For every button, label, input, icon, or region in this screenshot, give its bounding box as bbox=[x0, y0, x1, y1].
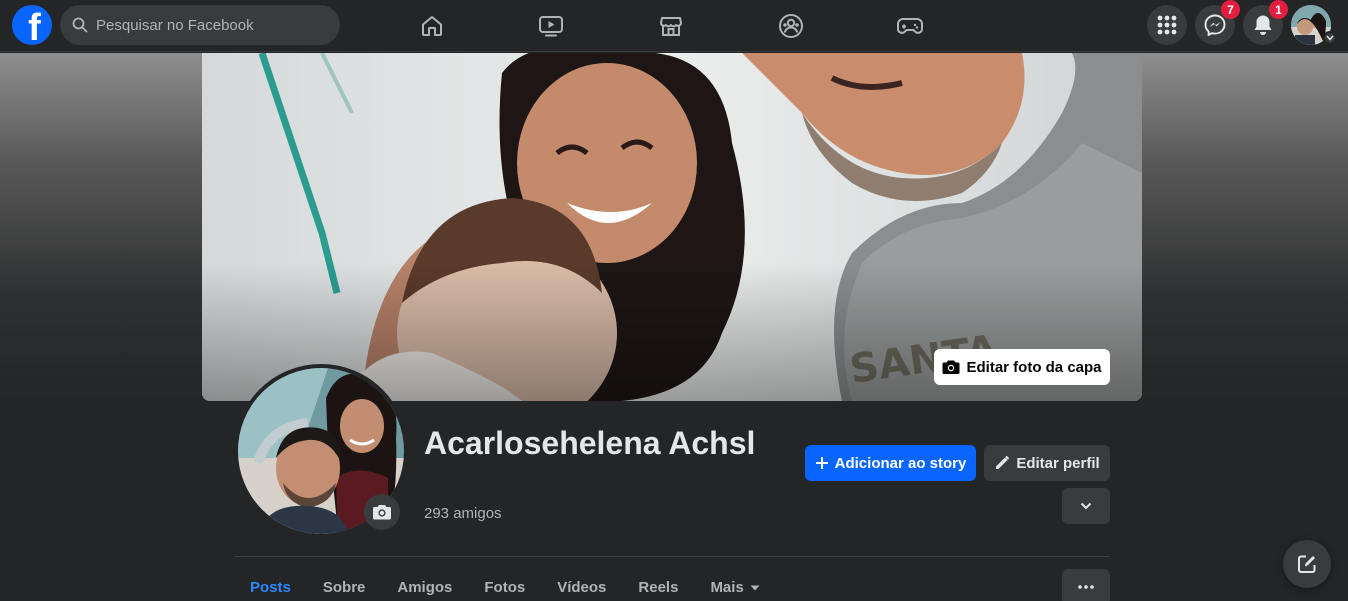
compose-icon bbox=[1298, 555, 1316, 573]
tab-about-label: Sobre bbox=[322, 579, 366, 596]
top-navigation-bar: f Pesquisar no Facebook 7 1 bbox=[0, 0, 1348, 52]
profile-name: Acarlosehelena Achsl bbox=[424, 425, 756, 461]
edit-profile-label: Editar perfil bbox=[1016, 454, 1100, 472]
new-message-button[interactable] bbox=[1283, 540, 1331, 588]
gaming-icon bbox=[897, 18, 923, 34]
messenger-button[interactable]: 7 bbox=[1195, 0, 1240, 45]
tabs-options-button[interactable] bbox=[1062, 569, 1110, 601]
edit-profile-button[interactable]: Editar perfil bbox=[984, 445, 1110, 481]
tab-friends[interactable]: Amigos bbox=[381, 570, 468, 601]
nav-home[interactable] bbox=[412, 6, 452, 46]
account-menu-caret[interactable] bbox=[1323, 31, 1337, 45]
notifications-badge: 1 bbox=[1269, 0, 1288, 19]
pencil-icon bbox=[996, 455, 1010, 469]
tab-photos[interactable]: Fotos bbox=[468, 570, 541, 601]
facebook-logo-glyph: f bbox=[28, 7, 41, 45]
tab-about[interactable]: Sobre bbox=[307, 570, 382, 601]
bell-icon bbox=[1254, 15, 1272, 35]
tab-videos-label: Vídeos bbox=[557, 579, 607, 596]
header-divider bbox=[234, 556, 1110, 557]
home-icon bbox=[422, 16, 442, 36]
tab-posts-label: Posts bbox=[250, 579, 291, 596]
search-box[interactable] bbox=[60, 5, 340, 45]
caret-down-icon bbox=[750, 585, 760, 591]
nav-video[interactable] bbox=[531, 6, 571, 46]
profile-tabs: Posts Sobre Amigos Fotos Vídeos Reels Ma… bbox=[234, 570, 776, 601]
tab-friends-label: Amigos bbox=[397, 579, 453, 596]
tab-reels-label: Reels bbox=[638, 579, 679, 596]
facebook-logo[interactable]: f bbox=[12, 5, 52, 45]
chevron-down-icon bbox=[1080, 502, 1092, 510]
camera-icon bbox=[942, 360, 960, 374]
camera-icon bbox=[373, 505, 391, 520]
nav-marketplace[interactable] bbox=[651, 6, 691, 46]
notifications-button[interactable]: 1 bbox=[1243, 0, 1288, 45]
update-profile-picture-button[interactable] bbox=[364, 494, 400, 530]
marketplace-icon bbox=[660, 17, 682, 36]
more-profile-actions-button[interactable] bbox=[1062, 488, 1110, 524]
tab-more-label: Mais bbox=[710, 579, 744, 596]
friends-count[interactable]: 293 amigos bbox=[424, 505, 502, 522]
menu-button[interactable] bbox=[1147, 5, 1187, 45]
nav-groups[interactable] bbox=[771, 6, 811, 46]
search-input[interactable] bbox=[96, 16, 316, 34]
nav-gaming[interactable] bbox=[890, 6, 930, 46]
tab-more[interactable]: Mais bbox=[694, 570, 775, 601]
search-icon bbox=[72, 17, 88, 33]
tab-reels[interactable]: Reels bbox=[622, 570, 694, 601]
add-to-story-button[interactable]: Adicionar ao story bbox=[805, 445, 976, 481]
plus-icon bbox=[815, 457, 828, 469]
tab-videos[interactable]: Vídeos bbox=[541, 570, 622, 601]
grid-menu-icon bbox=[1157, 15, 1177, 35]
messenger-badge: 7 bbox=[1221, 0, 1240, 19]
add-to-story-label: Adicionar ao story bbox=[834, 454, 967, 472]
edit-cover-photo-button[interactable]: Editar foto da capa bbox=[934, 349, 1110, 385]
messenger-icon bbox=[1204, 14, 1226, 36]
chevron-down-icon bbox=[1326, 35, 1334, 41]
groups-icon bbox=[779, 14, 803, 38]
video-icon bbox=[539, 16, 563, 37]
edit-cover-photo-label: Editar foto da capa bbox=[966, 358, 1102, 376]
tab-posts[interactable]: Posts bbox=[234, 570, 307, 601]
ellipsis-icon bbox=[1078, 585, 1094, 589]
tab-photos-label: Fotos bbox=[484, 579, 526, 596]
